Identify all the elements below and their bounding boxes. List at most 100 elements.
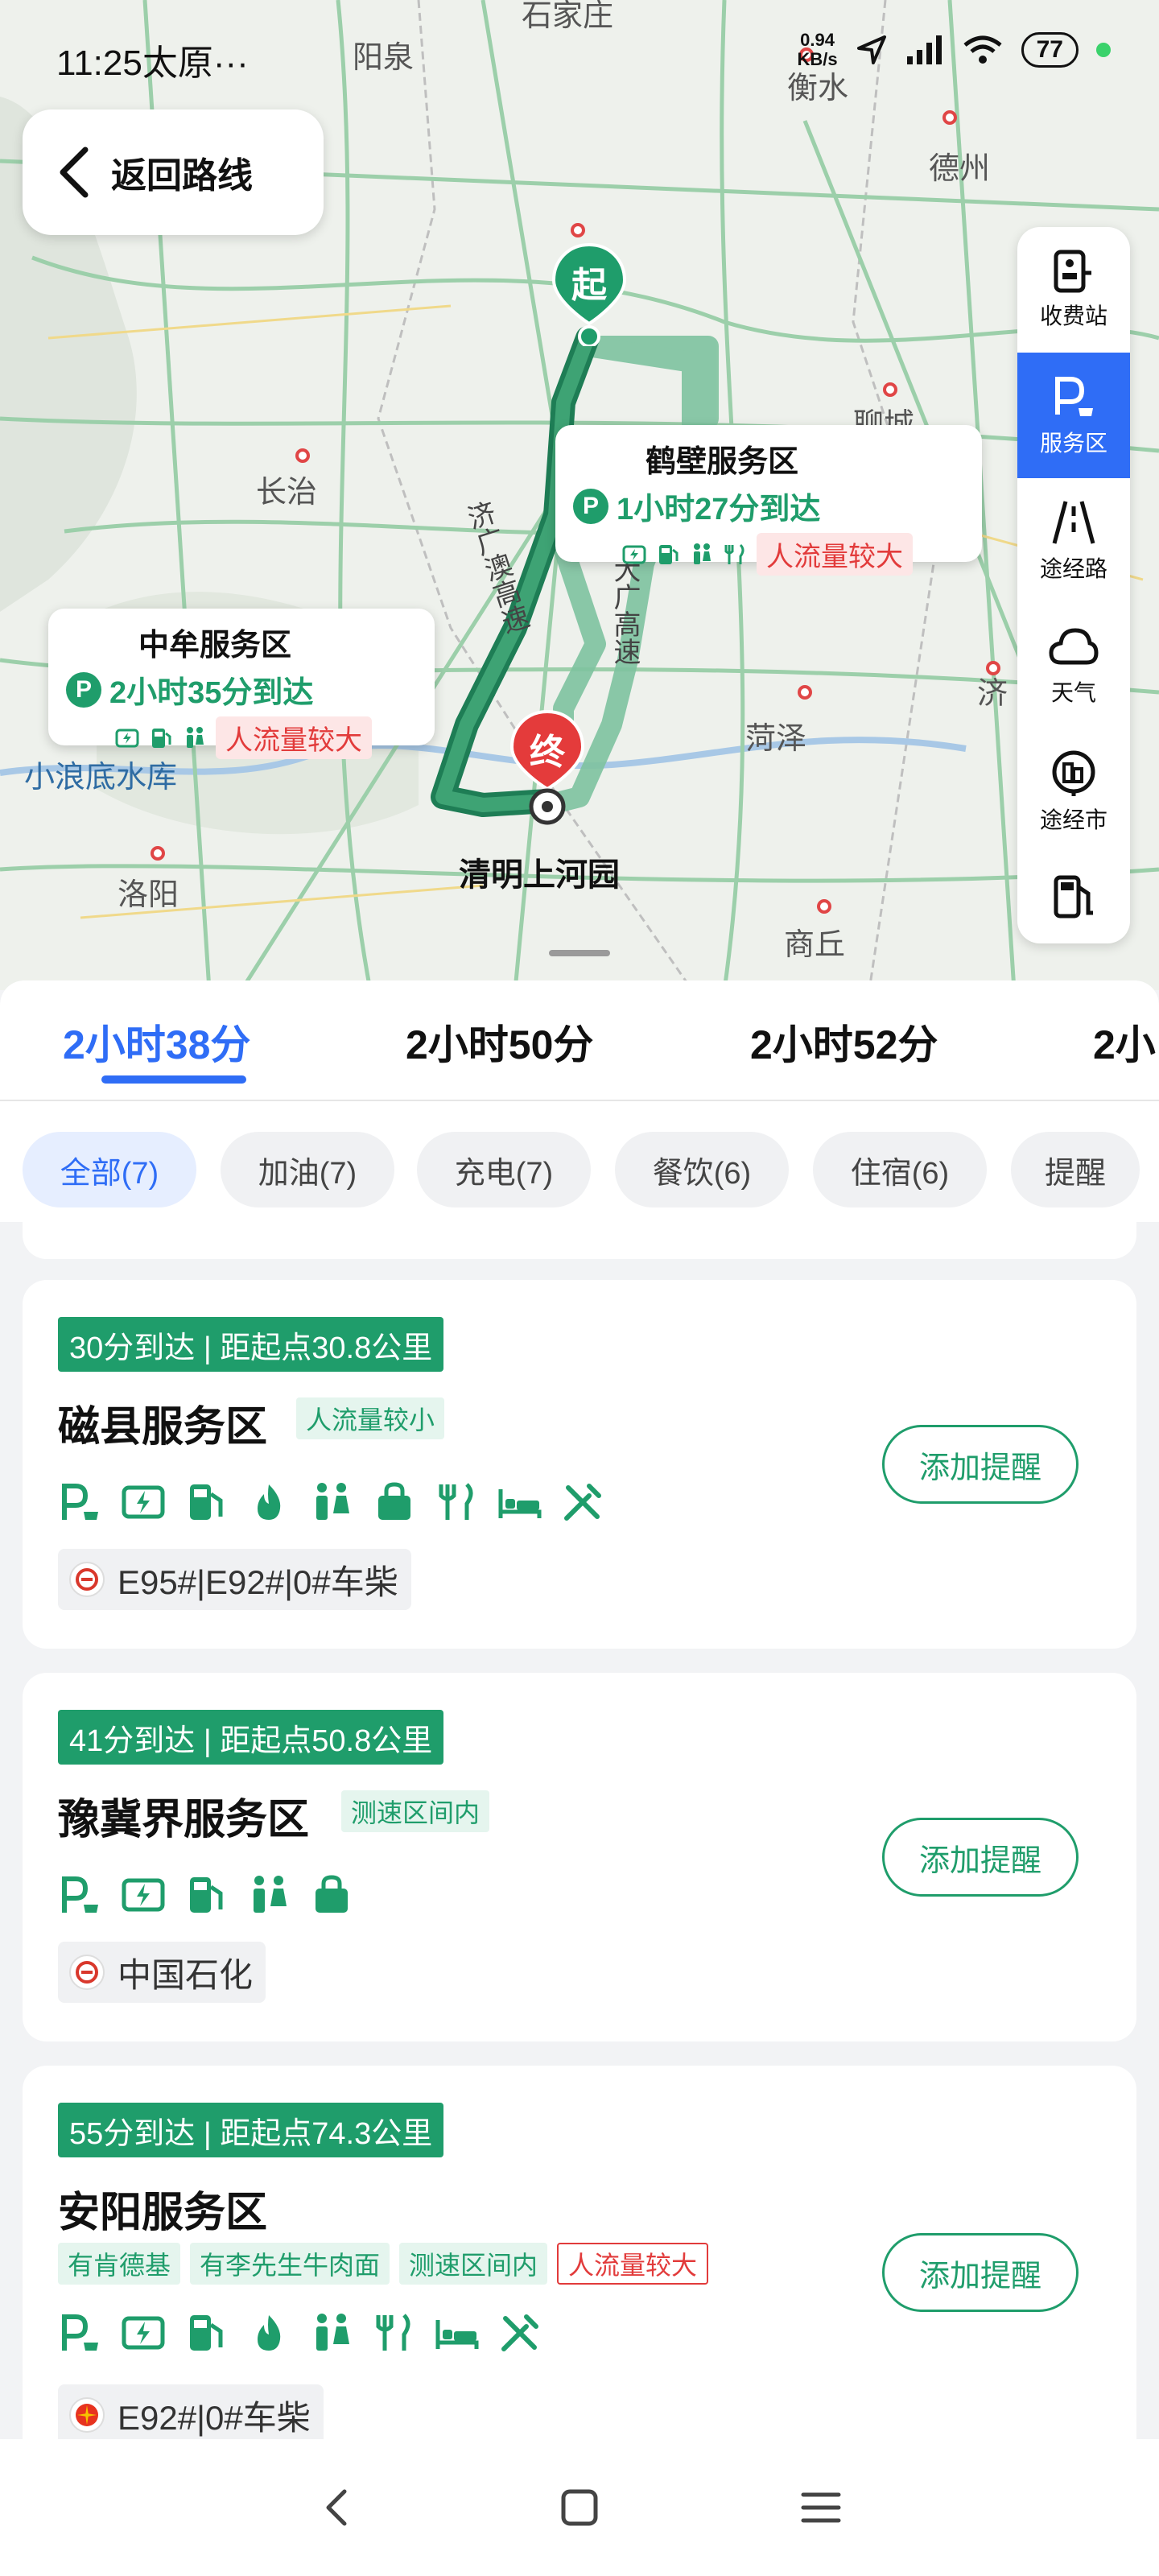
fuel-info: 中国石化: [58, 1942, 266, 2003]
service-area-card[interactable]: 55分到达 | 距起点74.3公里 安阳服务区 有肯德基 有李先生牛肉面 测速区…: [23, 2066, 1136, 2439]
back-to-route-button[interactable]: 返回路线: [23, 109, 324, 235]
place-label: 济: [977, 677, 1008, 711]
home-nav-icon[interactable]: [555, 2483, 604, 2532]
bubble-title: 鹤壁服务区: [645, 445, 799, 479]
eta-badge: 41分到达 | 距起点50.8公里: [58, 1710, 444, 1765]
gas-station-icon: [1054, 875, 1093, 919]
end-pin-label: 终: [530, 733, 565, 772]
route-tab-3[interactable]: 2小时52分: [750, 1013, 938, 1071]
shop-icon: [378, 1482, 410, 1520]
route-tab-1[interactable]: 2小时38分: [63, 1013, 250, 1071]
place-label: 菏泽: [745, 722, 807, 756]
filter-fuel[interactable]: 加油(7): [221, 1132, 394, 1208]
tool-label: 收费站: [1039, 303, 1107, 328]
facility-filters: 全部(7) 加油(7) 充电(7) 餐饮(6) 住宿(6) 提醒: [0, 1101, 1159, 1222]
lodging-icon: [498, 1489, 542, 1518]
crowd-tag: 人流量较大: [557, 2243, 709, 2285]
parking-icon: P: [66, 671, 101, 708]
destination-label: 清明上河园: [459, 857, 620, 893]
service-area-card[interactable]: 41分到达 | 距起点50.8公里 豫冀界服务区 测速区间内 中国石化 添加提醒: [23, 1673, 1136, 2041]
route-tab-2[interactable]: 2小时50分: [406, 1013, 593, 1071]
start-pin[interactable]: 起: [551, 242, 628, 350]
filter-all[interactable]: 全部(7): [23, 1132, 196, 1208]
clock: 11:25: [56, 43, 142, 83]
filter-reminder[interactable]: 提醒: [1011, 1132, 1140, 1208]
service-bubble-hebi[interactable]: 鹤壁服务区 P 1小时27分到达 人流量较大: [555, 425, 982, 576]
previous-card-edge: [23, 1222, 1136, 1259]
system-nav-bar: [0, 2439, 1159, 2576]
back-nav-icon[interactable]: [314, 2483, 362, 2532]
tool-city[interactable]: 途经市: [1017, 729, 1130, 855]
fuel-info: E95#|E92#|0#车柴: [58, 1549, 411, 1610]
menu-nav-icon[interactable]: [797, 2483, 845, 2532]
restroom-icon: [316, 1483, 349, 1520]
route-tabs: 2小时38分 2小时50分 2小时52分 2小: [0, 980, 1159, 1101]
tool-gas-station[interactable]: [1017, 855, 1130, 943]
service-area-name: 磁县服务区: [58, 1404, 268, 1451]
eta-badge: 55分到达 | 距起点74.3公里: [58, 2103, 444, 2157]
place-label: 商丘: [784, 928, 846, 962]
gas-flame-icon: [258, 1484, 281, 1520]
crowd-tag: 人流量较大: [216, 716, 372, 759]
route-tab-4[interactable]: 2小: [1093, 1013, 1156, 1071]
tool-service-area[interactable]: 服务区: [1017, 353, 1130, 478]
add-reminder-button[interactable]: 添加提醒: [882, 1818, 1079, 1897]
service-area-icon: [1055, 377, 1093, 416]
parking-icon: [62, 2314, 98, 2351]
place-label: 德州: [929, 152, 991, 186]
bubble-eta-row: P 2小时35分到达: [66, 667, 417, 712]
service-area-name: 安阳服务区: [58, 2190, 268, 2236]
battery-indicator: 77: [1021, 32, 1079, 68]
filter-dining[interactable]: 餐饮(6): [615, 1132, 789, 1208]
fuel-icon: [190, 1484, 223, 1520]
charging-icon: [115, 729, 139, 747]
restroom-icon: [694, 543, 711, 564]
dining-icon: [376, 2314, 410, 2351]
fuel-icon: [190, 1877, 223, 1913]
sheet-drag-handle[interactable]: [549, 950, 610, 956]
tool-toll-station[interactable]: 收费站: [1017, 227, 1130, 353]
bubble-eta: 2小时35分到达: [109, 676, 314, 710]
service-bubble-zhongmou[interactable]: 中牟服务区 P 2小时35分到达 人流量较大: [48, 609, 435, 759]
charging-icon: [622, 545, 646, 564]
fuel-icon: [659, 544, 678, 564]
tag: 人流量较小: [296, 1397, 445, 1439]
tool-label: 服务区: [1039, 431, 1107, 456]
signal-icon: [906, 35, 942, 64]
fuel-info: E92#|0#车柴: [58, 2384, 324, 2439]
facility-icons: [58, 1480, 605, 1525]
tool-weather[interactable]: 天气: [1017, 604, 1130, 729]
restroom-icon: [187, 726, 204, 748]
parking-icon: P: [573, 488, 608, 524]
status-dot: [1096, 43, 1111, 57]
tag-list: 有肯德基 有李先生牛肉面 测速区间内 人流量较大: [58, 2243, 718, 2285]
road-icon: [1052, 501, 1095, 544]
service-area-name: 豫冀界服务区: [58, 1797, 310, 1843]
cloud-icon: [1049, 628, 1099, 665]
status-time: 11:25太原···: [56, 34, 249, 85]
charging-icon: [122, 1485, 165, 1519]
tool-road[interactable]: 途经路: [1017, 478, 1130, 604]
bubble-title: 中牟服务区: [138, 629, 292, 663]
filter-charging[interactable]: 充电(7): [417, 1132, 591, 1208]
status-icons: 0.94 KB/s 77: [798, 31, 1111, 69]
facility-icons: [58, 1872, 354, 1918]
place-label: 长治: [256, 476, 318, 510]
back-button-label: 返回路线: [111, 156, 253, 196]
filter-lodging[interactable]: 住宿(6): [813, 1132, 987, 1208]
fuel-icon: [152, 728, 171, 748]
sinopec-logo: [69, 1562, 105, 1597]
eta-badge: 30分到达 | 距起点30.8公里: [58, 1317, 444, 1372]
dining-icon: [439, 1483, 473, 1520]
status-bar: 11:25太原··· 0.94 KB/s 77: [0, 0, 1159, 105]
fuel-icon: [190, 2315, 223, 2351]
tag-list: 人流量较小: [296, 1397, 454, 1439]
service-area-card[interactable]: 30分到达 | 距起点30.8公里 磁县服务区 人流量较小 E95#|E92#|…: [23, 1280, 1136, 1649]
route-map[interactable]: 石家庄 阳泉 衡水 德州 长治 聊城 济 菏泽 小浪底水库 洛阳 商丘 清明上河…: [0, 0, 1159, 990]
tool-label: 途经市: [1039, 807, 1107, 832]
add-reminder-button[interactable]: 添加提醒: [882, 1425, 1079, 1504]
add-reminder-button[interactable]: 添加提醒: [882, 2233, 1079, 2312]
status-more: ···: [212, 43, 249, 83]
tag: 测速区间内: [341, 1790, 490, 1832]
end-pin[interactable]: 终: [509, 708, 586, 833]
